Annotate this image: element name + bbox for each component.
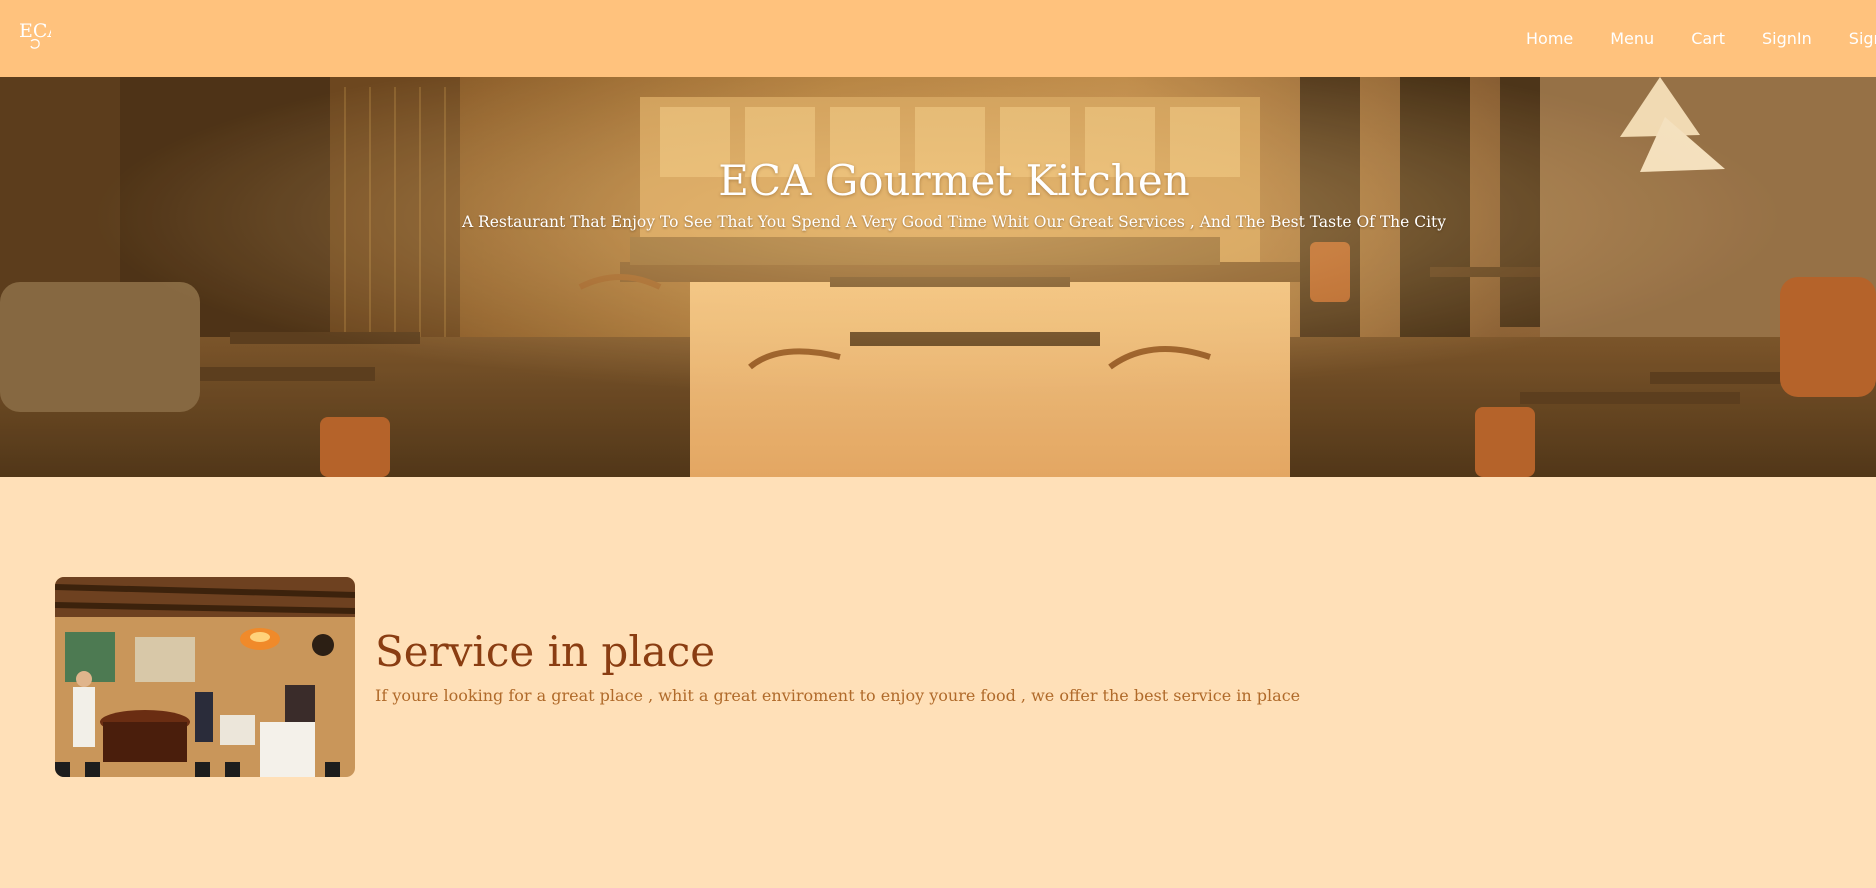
brand-logo[interactable]: ECA	[19, 17, 61, 53]
navbar: ECA Home Menu Cart SignIn SignUp	[0, 0, 1876, 77]
service-image	[55, 577, 355, 777]
nav-cart[interactable]: Cart	[1691, 29, 1725, 48]
hero-banner: ECA Gourmet Kitchen A Restaurant That En…	[0, 77, 1876, 477]
nav-menu-link[interactable]: Menu	[1610, 29, 1654, 48]
hero-title: ECA Gourmet Kitchen	[718, 156, 1190, 205]
service-description: If youre looking for a great place , whi…	[375, 686, 1301, 705]
svg-text:ECA: ECA	[19, 20, 51, 42]
hero-restaurant-image	[0, 77, 1876, 477]
nav-home[interactable]: Home	[1526, 29, 1573, 48]
service-title: Service in place	[375, 627, 716, 676]
nav-signup[interactable]: SignUp	[1849, 29, 1876, 48]
nav-menu: Home Menu Cart SignIn SignUp	[1526, 0, 1876, 77]
nav-signin[interactable]: SignIn	[1762, 29, 1812, 48]
hero-subtitle: A Restaurant That Enjoy To See That You …	[461, 213, 1447, 231]
